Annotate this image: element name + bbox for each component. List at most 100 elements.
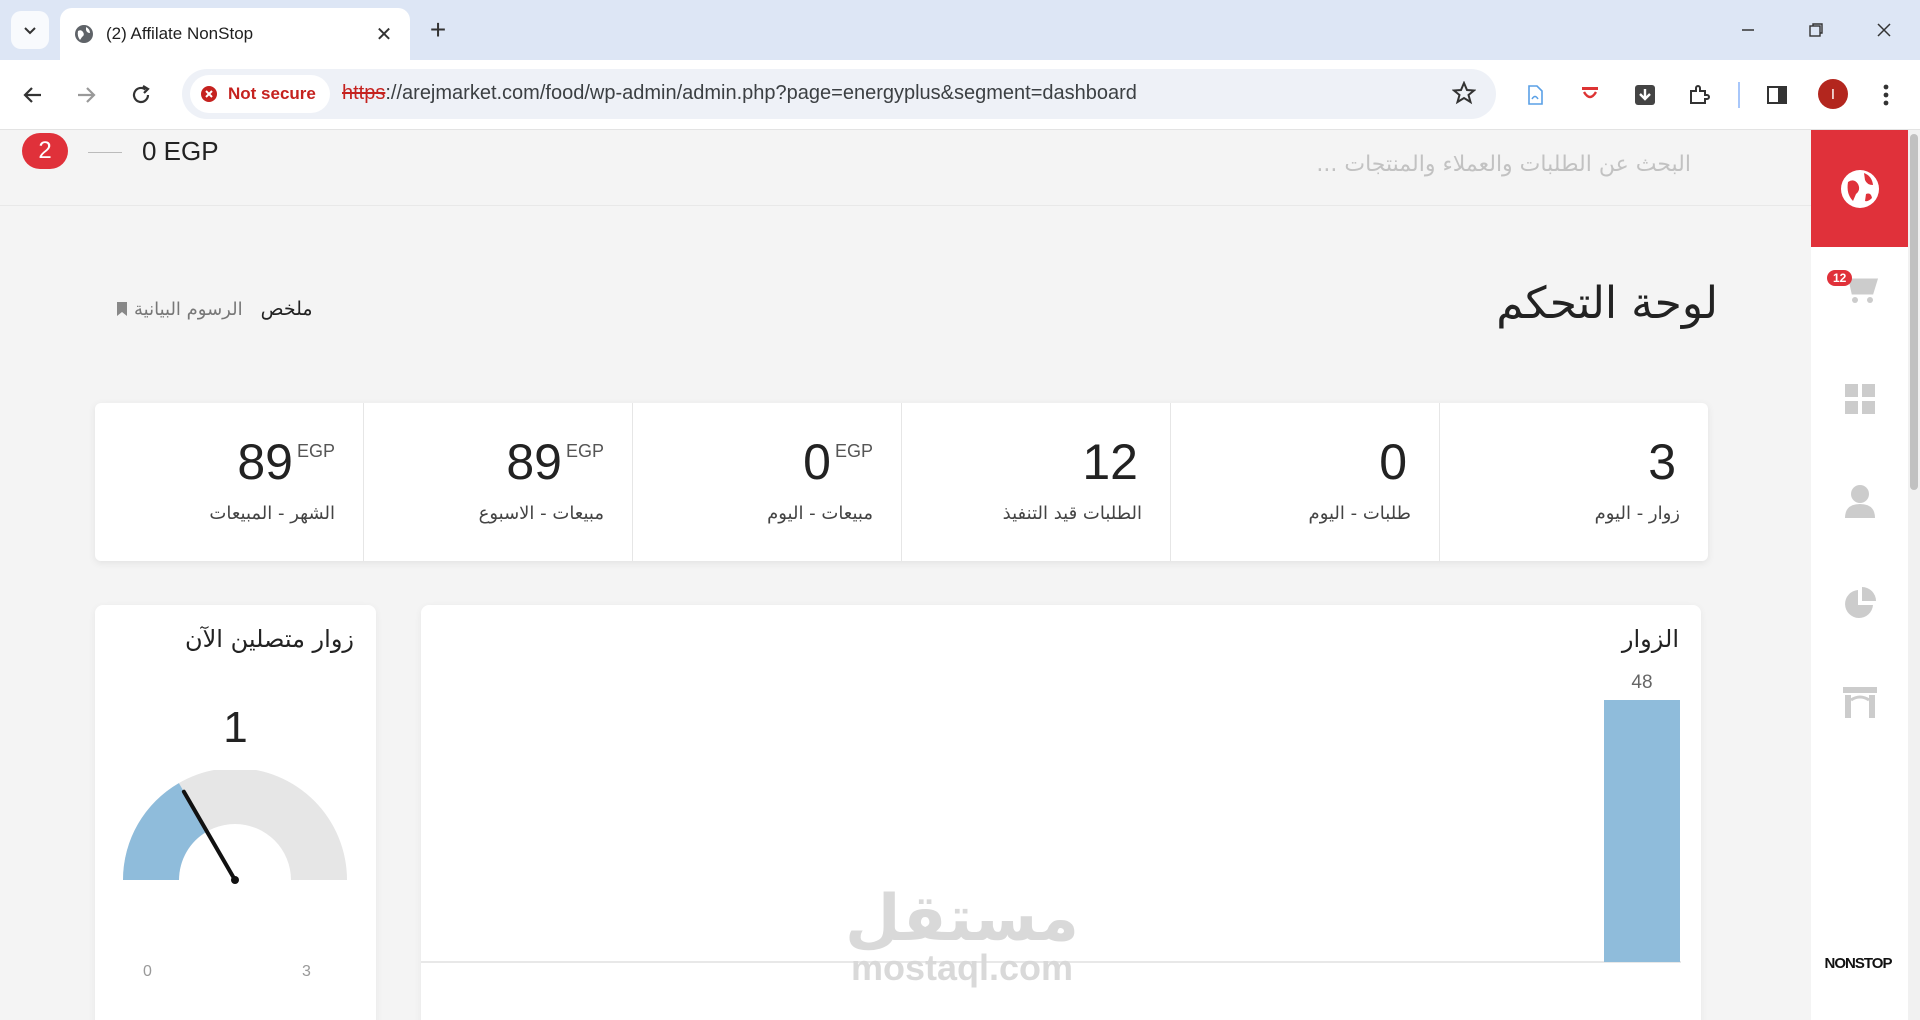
cart-count-badge: 12	[1827, 270, 1853, 286]
profile-avatar[interactable]: I	[1818, 79, 1848, 109]
stat-number: 0	[803, 434, 831, 490]
stats-panel: 3 زوار - اليوم 0 طلبات - اليوم 12 الطلبا…	[95, 403, 1708, 561]
stat-label: الشهر - المبيعات	[209, 503, 335, 524]
reload-icon	[132, 85, 150, 104]
stat-number: 89	[506, 434, 562, 490]
minimize-button[interactable]	[1726, 10, 1770, 50]
url-scheme: https	[342, 82, 386, 104]
balance-display: 0 EGP	[142, 136, 219, 166]
close-icon	[1877, 23, 1891, 37]
gauge-needle-hub	[231, 876, 239, 884]
pie-chart-icon	[1844, 587, 1876, 618]
reload-button[interactable]	[121, 75, 161, 115]
notification-badge[interactable]: 2	[22, 133, 68, 169]
stat-currency: EGP	[565, 441, 604, 461]
online-visitors-count: 1	[223, 703, 248, 752]
tab-charts[interactable]: الرسوم البيانية	[116, 299, 243, 320]
stat-value: 3	[1648, 433, 1680, 491]
chevron-down-icon	[24, 27, 36, 35]
globe-favicon-icon	[75, 25, 93, 43]
divider	[88, 152, 122, 153]
watermark-latin: mostaql.com	[850, 947, 1074, 988]
stat-sales-month: 89 EGP الشهر - المبيعات	[95, 403, 363, 561]
stat-value: 0 EGP	[803, 433, 873, 491]
sidebar-item-reports[interactable]	[1811, 563, 1908, 643]
admin-topbar: 2 0 EGP البحث عن الطلبات والعملاء والمنت…	[0, 130, 1811, 206]
sidebar-item-orders[interactable]: 12	[1811, 248, 1908, 328]
stat-label: طلبات - اليوم	[1308, 503, 1411, 524]
user-icon	[1844, 485, 1875, 518]
dashboard-page: 2 0 EGP البحث عن الطلبات والعملاء والمنت…	[0, 130, 1920, 1020]
stat-value: 12	[1082, 433, 1142, 491]
extension-red-icon[interactable]	[1575, 80, 1605, 110]
tab-search-button[interactable]	[11, 11, 49, 49]
stat-value: 89 EGP	[506, 433, 604, 491]
admin-sidebar: 12	[1811, 130, 1908, 1020]
online-visitors-card: زوار متصلين الآن 1 0 3	[95, 605, 376, 1020]
store-icon	[1842, 687, 1877, 718]
stat-value: 0	[1379, 433, 1411, 491]
arrow-right-icon	[78, 87, 96, 103]
gauge-min-label: 0	[143, 963, 152, 980]
watermark-arabic: مستقل	[844, 882, 1080, 956]
stat-orders-processing: 12 الطلبات قيد التنفيذ	[901, 403, 1170, 561]
grid-icon	[1844, 384, 1875, 414]
browser-menu-icon[interactable]	[1871, 80, 1901, 110]
globe-icon	[1840, 169, 1879, 208]
bookmark-icon	[117, 302, 127, 316]
online-visitors-gauge	[123, 770, 347, 884]
stat-currency: EGP	[296, 441, 335, 461]
forward-button[interactable]	[66, 75, 106, 115]
url-rest: ://arejmarket.com/food/wp-admin/admin.ph…	[385, 82, 1137, 104]
tab-title: (2) Affilate NonStop	[106, 24, 254, 43]
stat-orders-today: 0 طلبات - اليوم	[1170, 403, 1439, 561]
browser-toolbar: Not secure https://arejmarket.com/food/w…	[0, 60, 1920, 130]
stat-number: 0	[1379, 434, 1407, 490]
scrollbar-thumb[interactable]	[1910, 134, 1918, 490]
warning-icon	[201, 86, 217, 102]
arrow-left-icon	[23, 87, 41, 103]
sidebar-item-customers[interactable]	[1811, 461, 1908, 541]
page-scrollbar[interactable]	[1908, 130, 1920, 1020]
dashboard-tabs: ملخص الرسوم البيانية	[116, 298, 313, 320]
stat-number: 89	[237, 434, 293, 490]
tab-summary[interactable]: ملخص	[261, 298, 313, 320]
page-title: لوحة التحكم	[1496, 278, 1718, 329]
visitors-bar-value-label: 48	[1631, 672, 1652, 693]
pdf-extension-icon[interactable]	[1520, 80, 1550, 110]
back-button[interactable]	[13, 75, 53, 115]
stat-visitors-today: 3 زوار - اليوم	[1439, 403, 1708, 561]
stat-value: 89 EGP	[237, 433, 335, 491]
visitors-bar	[1604, 700, 1680, 962]
restore-icon	[1809, 23, 1823, 37]
close-window-button[interactable]	[1862, 10, 1906, 50]
search-input[interactable]: البحث عن الطلبات والعملاء والمنتجات ...	[1316, 152, 1691, 177]
sidebar-item-store[interactable]	[1811, 662, 1908, 742]
stat-sales-today: 0 EGP مبيعات - اليوم	[632, 403, 901, 561]
sidebar-item-site[interactable]	[1811, 130, 1908, 247]
bookmark-star-icon[interactable]	[1451, 80, 1477, 109]
new-tab-button[interactable]: +	[422, 14, 454, 46]
stat-sales-week: 89 EGP مبيعات - الاسبوع	[363, 403, 632, 561]
url-text[interactable]: https://arejmarket.com/food/wp-admin/adm…	[342, 82, 1137, 105]
restore-button[interactable]	[1794, 10, 1838, 50]
stat-label: زوار - اليوم	[1594, 503, 1680, 524]
side-panel-icon[interactable]	[1762, 80, 1792, 110]
download-extension-icon[interactable]	[1630, 80, 1660, 110]
stat-label: الطلبات قيد التنفيذ	[1002, 503, 1142, 524]
gauge-max-label: 3	[302, 963, 311, 980]
sidebar-item-dashboard[interactable]	[1811, 359, 1908, 439]
tab-charts-label: الرسوم البيانية	[134, 298, 243, 320]
browser-tab[interactable]: (2) Affilate NonStop ✕	[60, 8, 410, 60]
browser-tabbar: (2) Affilate NonStop ✕ +	[0, 0, 1920, 60]
address-bar[interactable]: Not secure https://arejmarket.com/food/w…	[182, 69, 1496, 119]
security-label: Not secure	[228, 84, 316, 103]
security-chip[interactable]: Not secure	[190, 75, 330, 113]
tab-close-icon[interactable]: ✕	[372, 22, 396, 46]
stat-number: 12	[1082, 434, 1138, 490]
stat-label: مبيعات - الاسبوع	[478, 503, 604, 524]
nonstop-logo: NONSTOP	[1825, 932, 1892, 994]
online-visitors-title: زوار متصلين الآن	[184, 625, 354, 653]
stat-label: مبيعات - اليوم	[767, 503, 873, 524]
extensions-puzzle-icon[interactable]	[1684, 80, 1714, 110]
